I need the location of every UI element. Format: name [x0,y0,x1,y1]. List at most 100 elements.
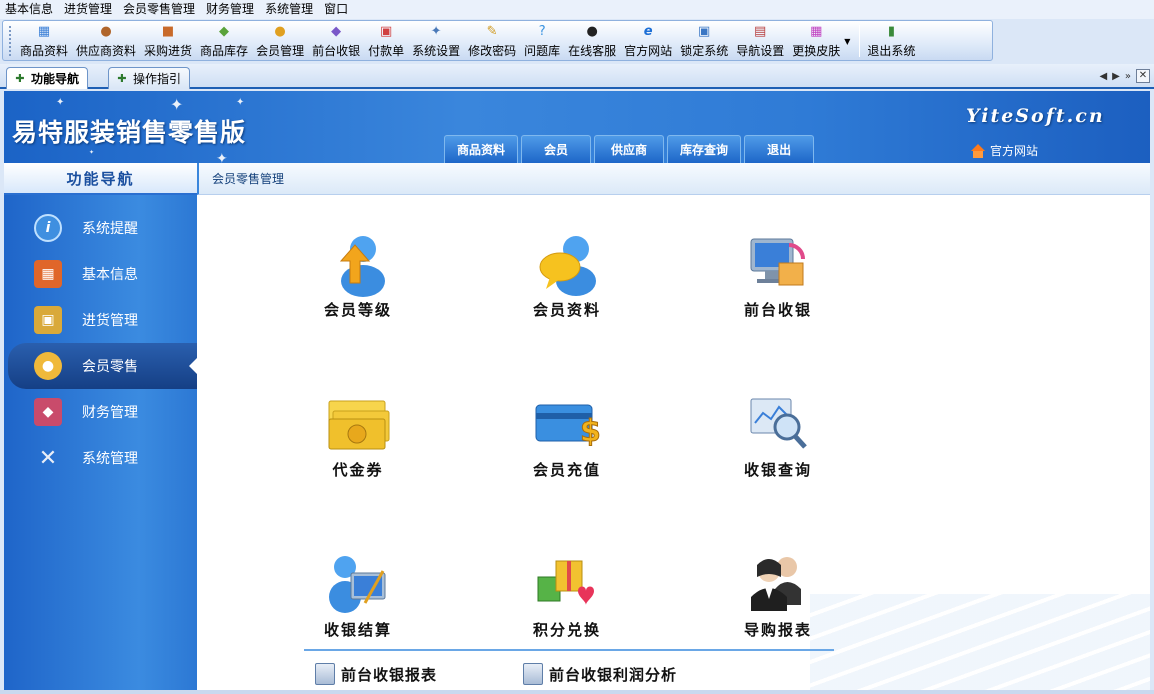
function-voucher[interactable]: 代金券 [303,391,413,480]
banner-nav-products[interactable]: 商品资料 [444,135,519,163]
banner-nav-member[interactable]: 会员 [521,135,592,163]
finance-icon: ◆ [34,398,62,426]
cashier-icon: ◆ [331,24,342,39]
sidebar: 功能导航 i 系统提醒 ▦ 基本信息 ▣ 进货管理 ● 会员零售 ◆ 财务管理 … [4,163,197,694]
sidebar-item-basic-info[interactable]: ▦ 基本信息 [4,251,197,297]
password-icon: ✎ [486,24,498,39]
toolbar-payment-button[interactable]: ▣ 付款单 [364,21,408,60]
tab-scroll-right-icon[interactable]: ▶ [1112,71,1120,82]
info-icon: i [34,214,62,242]
tab-scroll-left-icon[interactable]: ◀ [1099,71,1107,82]
function-guide-report[interactable]: 导购报表 [723,551,833,640]
function-front-cashier[interactable]: 前台收银 [723,231,833,320]
app-area: ✦ ✦ ✦ ✦ ✦ 易特服装销售零售版 商品资料 会员 供应商 库存查询 退出 … [4,91,1150,694]
tab-function-nav[interactable]: ✚ 功能导航 [6,67,89,89]
supplier-icon: ● [100,24,112,39]
voucher-icon [328,400,390,450]
tab-operation-guide[interactable]: ✚ 操作指引 [108,67,191,89]
tab-strip: ✚ 功能导航 ✚ 操作指引 ◀ ▶ » ✕ [0,64,1154,89]
function-points-exchange[interactable]: 积分兑换 [512,551,622,640]
menu-basic-info[interactable]: 基本信息 [0,0,59,19]
toolbar-purchase-button[interactable]: ■ 采购进货 [140,21,196,60]
report-icon [523,663,543,685]
toolbar-password-button[interactable]: ✎ 修改密码 [464,21,520,60]
menu-finance[interactable]: 财务管理 [201,0,260,19]
function-member-recharge[interactable]: $ 会员充值 [512,391,622,480]
tab-list-icon[interactable]: » [1125,71,1131,82]
ie-icon: e [643,24,653,39]
keyboard-background-image [810,594,1150,694]
function-cashier-query[interactable]: 收银查询 [723,391,833,480]
sidebar-item-system[interactable]: ✕ 系统管理 [4,435,197,481]
toolbar-supplier-button[interactable]: ● 供应商资料 [72,21,140,60]
banner: ✦ ✦ ✦ ✦ ✦ 易特服装销售零售版 商品资料 会员 供应商 库存查询 退出 … [4,91,1150,163]
points-exchange-icon [537,560,594,605]
tab-home-icon: ✚ [15,72,25,85]
svg-text:$: $ [580,414,600,449]
report-divider [304,649,834,651]
cashier-query-icon [750,398,807,449]
skin-icon: ▦ [810,24,823,39]
toolbar-nav-settings-button[interactable]: ▤ 导航设置 [732,21,788,60]
sidebar-item-reminders[interactable]: i 系统提醒 [4,205,197,251]
function-member-level[interactable]: 会员等级 [303,231,413,320]
toolbar-website-button[interactable]: e 官方网站 [620,21,676,60]
settlement-icon [329,556,386,613]
toolbar-inventory-button[interactable]: ◆ 商品库存 [196,21,252,60]
sparkle-icon: ✦ [56,97,65,108]
lock-icon: ▣ [698,24,711,39]
app-logo: 易特服装销售零售版 [12,118,247,147]
settings-icon: ✦ [430,24,442,39]
toolbar-lock-button[interactable]: ▣ 锁定系统 [676,21,732,60]
toolbar-faq-button[interactable]: ? 问题库 [520,21,564,60]
inventory-icon: ◆ [219,24,230,39]
sparkle-icon: ✦ [89,149,95,156]
sidebar-item-purchase[interactable]: ▣ 进货管理 [4,297,197,343]
report-cashier-profit-analysis[interactable]: 前台收银利润分析 [523,663,677,685]
box-icon: ▣ [34,306,62,334]
guide-report-icon [751,557,801,611]
tab-controls: ◀ ▶ » ✕ [1099,69,1150,83]
toolbar-cashier-button[interactable]: ◆ 前台收银 [308,21,364,60]
skin-dropdown-arrow-icon[interactable]: ▼ [844,37,850,46]
menu-system[interactable]: 系统管理 [260,0,319,19]
sparkle-icon: ✦ [216,151,228,163]
tab-close-icon[interactable]: ✕ [1136,69,1150,83]
chat-user-icon: ● [34,352,62,380]
banner-nav: 商品资料 会员 供应商 库存查询 退出 [444,135,815,163]
menu-member-retail[interactable]: 会员零售管理 [118,0,201,19]
toolbar-online-service-button[interactable]: ● 在线客服 [564,21,620,60]
qq-icon: ● [586,24,598,39]
toolbar-member-button[interactable]: ● 会员管理 [252,21,308,60]
toolbar-skin-button[interactable]: ▦ 更换皮肤 [788,21,844,60]
report-icon [315,663,335,685]
sparkle-icon: ✦ [170,95,184,114]
menu-purchase[interactable]: 进货管理 [59,0,118,19]
toolbar-settings-button[interactable]: ✦ 系统设置 [408,21,464,60]
toolbar-grip[interactable] [9,26,12,56]
tab-guide-icon: ✚ [117,72,127,85]
official-site-link[interactable]: 官方网站 [970,142,1038,159]
sidebar-title: 功能导航 [4,163,197,195]
product-icon: ▦ [37,24,51,39]
report-front-cashier[interactable]: 前台收银报表 [315,663,437,685]
banner-nav-inventory-query[interactable]: 库存查询 [667,135,742,163]
tools-icon: ✕ [38,445,58,471]
sidebar-item-member-retail[interactable]: ● 会员零售 [8,343,197,389]
cubes-icon: ▦ [34,260,62,288]
member-level-icon [339,236,385,297]
home-icon [970,143,986,158]
function-member-profile[interactable]: 会员资料 [512,231,622,320]
banner-nav-supplier[interactable]: 供应商 [594,135,665,163]
banner-nav-exit[interactable]: 退出 [744,135,815,163]
toolbar-product-button[interactable]: ▦ 商品资料 [16,21,72,60]
function-cashier-settlement[interactable]: 收银结算 [303,551,413,640]
faq-icon: ? [538,24,546,39]
menu-window[interactable]: 窗口 [319,0,354,19]
toolbar-exit-button[interactable]: ▮ 退出系统 [863,21,919,60]
recharge-icon: $ [535,404,600,450]
toolbar: ▦ 商品资料 ● 供应商资料 ■ 采购进货 ◆ 商品库存 ● 会员管理 ◆ 前台收银 ▣ 付款… [2,20,993,61]
member-icon: ● [274,24,286,39]
sidebar-item-finance[interactable]: ◆ 财务管理 [4,389,197,435]
brand-name: YiteSoft.cn [966,105,1105,127]
